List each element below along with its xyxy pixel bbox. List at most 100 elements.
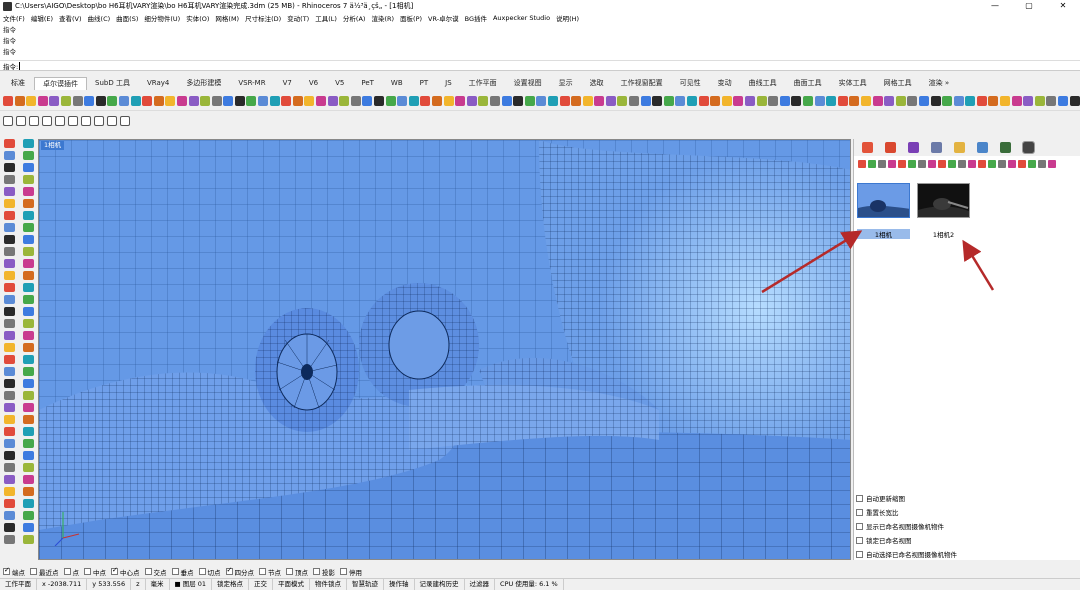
left-tool-icon[interactable] [4, 283, 15, 292]
left-tool-icon[interactable] [4, 475, 15, 484]
left-tool-icon[interactable] [4, 535, 15, 544]
toolbar-tool-icon[interactable] [176, 95, 187, 106]
osnap-2[interactable]: 点 [63, 567, 79, 577]
panel-tool-icon[interactable] [978, 160, 986, 168]
left-tool-icon[interactable] [23, 235, 34, 244]
left-tool-icon[interactable] [23, 403, 34, 412]
panel-tool-icon[interactable] [1028, 160, 1036, 168]
toolbar-tool-icon[interactable] [733, 95, 744, 106]
tab-solid-tools[interactable]: 实体工具 [831, 77, 876, 90]
status-cell[interactable]: CPU 使用量: 6.1 % [495, 578, 564, 590]
toolbar-tool-icon[interactable] [524, 95, 535, 106]
tab-v5[interactable]: V5 [327, 77, 353, 90]
tab-polygon-modeling[interactable]: 多边形建模 [178, 77, 230, 90]
close-button[interactable]: ✕ [1046, 0, 1080, 12]
panel-tool-icon[interactable] [928, 160, 936, 168]
toolbar-tool-icon[interactable] [304, 95, 315, 106]
tab-v6[interactable]: V6 [301, 77, 327, 90]
status-cell[interactable]: 锁定格点 [212, 578, 250, 590]
toolbar-tool-icon[interactable] [292, 95, 303, 106]
left-tool-icon[interactable] [4, 319, 15, 328]
checkbox[interactable] [856, 550, 863, 558]
layer-icon[interactable] [885, 142, 896, 153]
pen-icon[interactable] [931, 142, 942, 153]
osnap-7[interactable]: 切点 [198, 567, 221, 577]
left-tool-icon[interactable] [4, 295, 15, 304]
left-tool-icon[interactable] [4, 235, 15, 244]
toolbar-tool-icon[interactable] [721, 95, 732, 106]
panel-tool-icon[interactable] [948, 160, 956, 168]
toolbar-tool-icon[interactable] [443, 95, 454, 106]
panel-tool-icon[interactable] [1048, 160, 1056, 168]
menu-help[interactable]: 说明(H) [556, 13, 579, 23]
toolbar-tool-icon[interactable] [107, 95, 118, 106]
menu-surface[interactable]: 曲面(S) [116, 13, 138, 23]
toolbar-tool-icon[interactable] [14, 95, 25, 106]
material-icon[interactable] [908, 142, 919, 153]
option-reset-aspect[interactable]: 重置长宽比 [856, 505, 1078, 519]
toolbar-tool-icon[interactable] [84, 95, 95, 106]
left-tool-icon[interactable] [4, 163, 15, 172]
osnap-6[interactable]: 垂点 [171, 567, 194, 577]
toolbar-tool-icon[interactable] [68, 116, 78, 126]
left-tool-icon[interactable] [4, 223, 15, 232]
toolbar-tool-icon[interactable] [536, 95, 547, 106]
toolbar-tool-icon[interactable] [3, 95, 13, 106]
toolbar-tool-icon[interactable] [814, 95, 825, 106]
toolbar-tool-icon[interactable] [37, 95, 48, 106]
toolbar-tool-icon[interactable] [802, 95, 813, 106]
status-cell[interactable]: 正交 [249, 578, 274, 590]
tab-subd-tools[interactable]: SubD 工具 [87, 77, 139, 90]
left-tool-icon[interactable] [23, 223, 34, 232]
left-tool-icon[interactable] [4, 451, 15, 460]
left-tool-icon[interactable] [23, 259, 34, 268]
toolbar-tool-icon[interactable] [94, 116, 104, 126]
toolbar-tool-icon[interactable] [316, 95, 327, 106]
toolbar-tool-icon[interactable] [258, 95, 269, 106]
left-tool-icon[interactable] [4, 199, 15, 208]
color-wheel-icon[interactable] [862, 142, 873, 153]
toolbar-tool-icon[interactable] [95, 95, 106, 106]
toolbar-tool-icon[interactable] [397, 95, 408, 106]
checkbox[interactable] [63, 568, 71, 575]
left-tool-icon[interactable] [4, 307, 15, 316]
checkbox[interactable] [171, 568, 179, 575]
toolbar-tool-icon[interactable] [1034, 95, 1045, 106]
left-tool-icon[interactable] [4, 511, 15, 520]
toolbar-tool-icon[interactable] [339, 95, 350, 106]
left-tool-icon[interactable] [23, 535, 34, 544]
maximize-button[interactable]: ▢ [1012, 0, 1046, 12]
image-icon[interactable] [977, 142, 988, 153]
toolbar-tool-icon[interactable] [385, 95, 396, 106]
tab-transform[interactable]: 变动 [710, 77, 741, 90]
tab-wb[interactable]: WB [383, 77, 412, 90]
left-tool-icon[interactable] [4, 523, 15, 532]
tab-render-more[interactable]: 渲染 » [921, 77, 959, 90]
toolbar-tool-icon[interactable] [768, 95, 779, 106]
left-tool-icon[interactable] [23, 271, 34, 280]
tab-zhuoermo[interactable]: 卓尔谟插件 [34, 77, 87, 90]
checkbox[interactable] [144, 568, 152, 575]
toolbar-tool-icon[interactable] [756, 95, 767, 106]
left-tool-icon[interactable] [23, 343, 34, 352]
toolbar-tool-icon[interactable] [884, 95, 895, 106]
status-cell[interactable]: 操作轴 [384, 578, 415, 590]
toolbar-tool-icon[interactable] [1000, 95, 1011, 106]
toolbar-tool-icon[interactable] [269, 95, 280, 106]
toolbar-tool-icon[interactable] [779, 95, 790, 106]
panel-tool-icon[interactable] [888, 160, 896, 168]
left-tool-icon[interactable] [23, 187, 34, 196]
toolbar-tool-icon[interactable] [211, 95, 222, 106]
left-tool-icon[interactable] [23, 499, 34, 508]
panel-tool-icon[interactable] [1038, 160, 1046, 168]
toolbar-tool-icon[interactable] [698, 95, 709, 106]
toolbar-tool-icon[interactable] [791, 95, 802, 106]
toolbar-tool-icon[interactable] [547, 95, 558, 106]
status-cell[interactable]: 过滤器 [465, 578, 496, 590]
left-tool-icon[interactable] [23, 211, 34, 220]
osnap-9[interactable]: 节点 [259, 567, 281, 577]
toolbar-tool-icon[interactable] [930, 95, 941, 106]
left-tool-icon[interactable] [23, 379, 34, 388]
option-lock-views[interactable]: 锁定已命名视图 [856, 533, 1078, 547]
toolbar-tool-icon[interactable] [582, 95, 593, 106]
